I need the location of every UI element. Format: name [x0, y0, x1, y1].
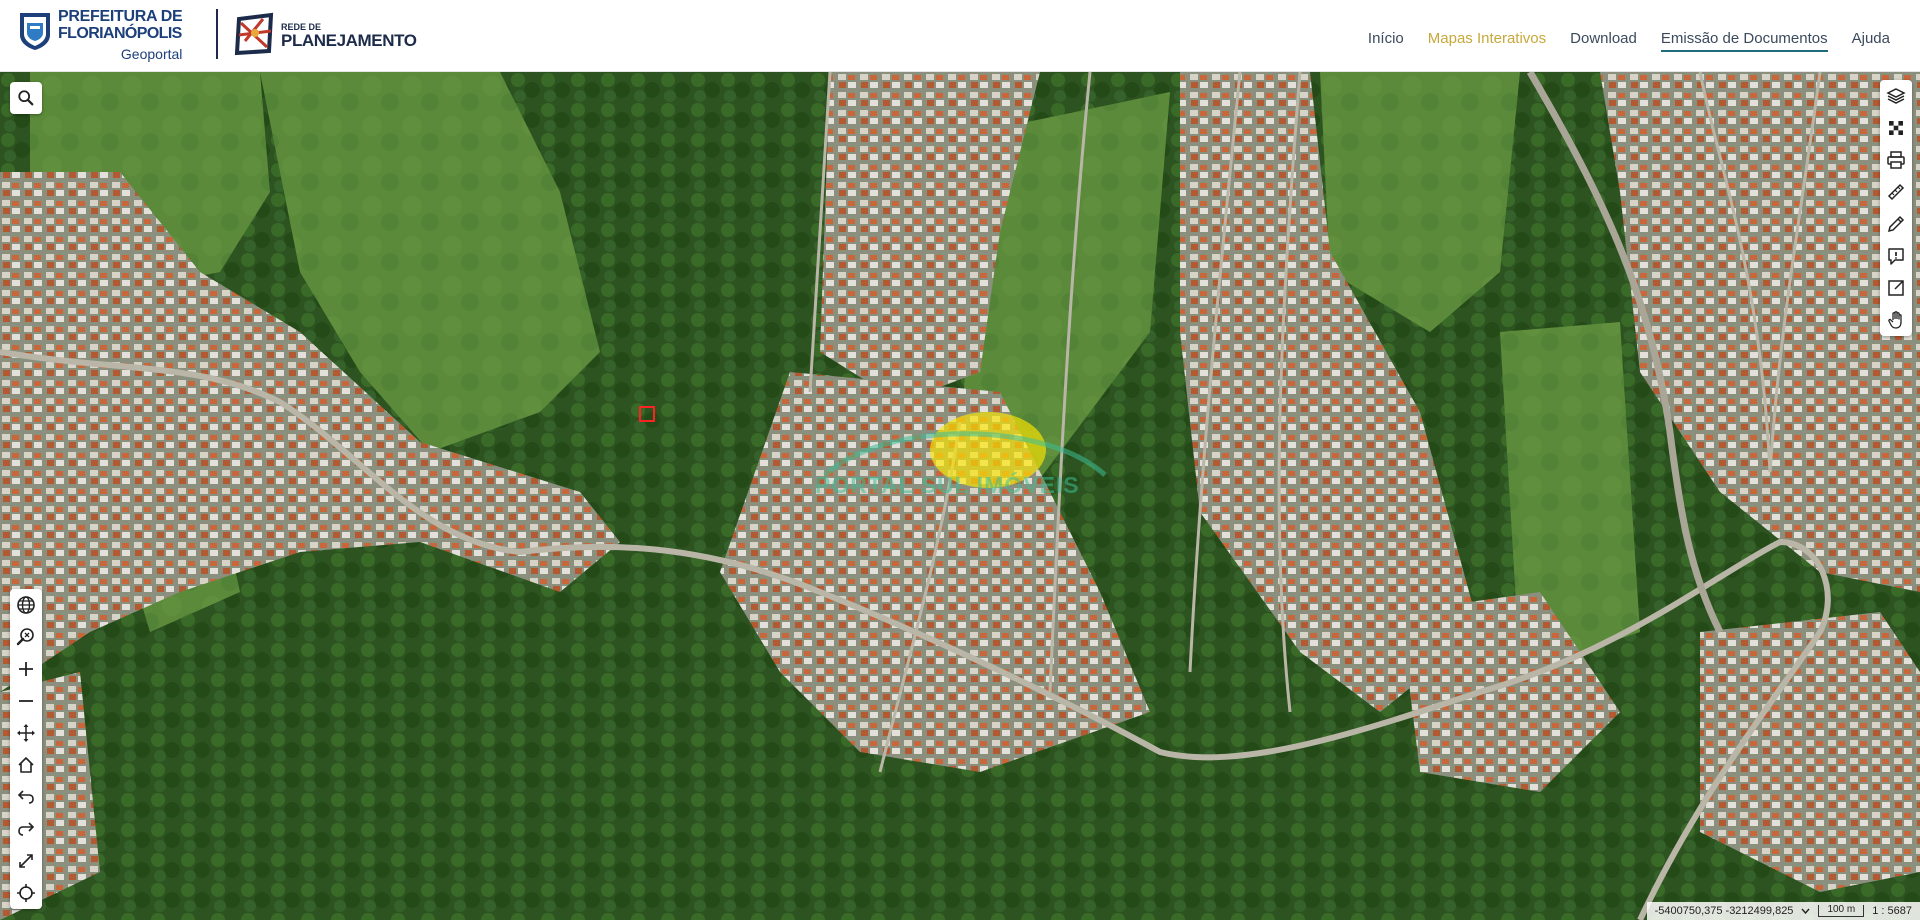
nav-download[interactable]: Download [1570, 30, 1637, 52]
geoportal-label: Geoportal [120, 46, 183, 62]
rede-planejamento-logo[interactable]: REDE DE PLANEJAMENTO [233, 8, 417, 60]
globe-icon [17, 596, 35, 614]
measure-button[interactable] [1880, 176, 1912, 208]
rede-line2: PLANEJAMENTO [281, 31, 417, 50]
nav-ajuda[interactable]: Ajuda [1852, 30, 1890, 52]
print-icon [1887, 151, 1905, 169]
draw-button[interactable] [1880, 208, 1912, 240]
prefeitura-line2: FLORIANÓPOLIS [58, 25, 182, 42]
header: PREFEITURA DE FLORIANÓPOLIS Geoportal RE… [0, 0, 1920, 72]
search-button[interactable] [10, 82, 42, 114]
home-button[interactable] [10, 749, 42, 781]
chevron-down-icon[interactable] [1801, 908, 1810, 914]
satellite-imagery [0, 72, 1920, 920]
prefeitura-shield-icon [20, 13, 50, 50]
zoom-area-button[interactable] [10, 621, 42, 653]
prefeitura-line1: PREFEITURA DE [58, 8, 183, 25]
hand-button[interactable] [1880, 304, 1912, 336]
zoom-out-icon [19, 700, 33, 702]
logo-divider [216, 9, 218, 59]
zoom-out-button[interactable] [10, 685, 42, 717]
reset-icon [17, 884, 35, 902]
main-nav: Início Mapas Interativos Download Emissã… [1368, 30, 1890, 52]
nav-emissao-documentos[interactable]: Emissão de Documentos [1660, 30, 1828, 52]
info-button[interactable] [1880, 240, 1912, 272]
export-icon [1888, 280, 1904, 296]
rede-planejamento-icon [234, 12, 274, 56]
export-button[interactable] [1880, 272, 1912, 304]
zoom-area-icon [16, 628, 34, 646]
globe-button[interactable] [10, 589, 42, 621]
redo-button[interactable] [10, 813, 42, 845]
redo-icon [18, 822, 35, 836]
zoom-in-button[interactable] [10, 653, 42, 685]
fullscreen-icon [19, 854, 33, 868]
print-button[interactable] [1880, 144, 1912, 176]
search-icon [18, 90, 34, 106]
scale-line: 100 m [1818, 905, 1865, 917]
reset-view-button[interactable] [10, 877, 42, 909]
basemap-button[interactable] [1880, 112, 1912, 144]
zoom-in-icon [19, 662, 33, 676]
basemap-icon [1889, 121, 1903, 135]
prefeitura-logo[interactable]: PREFEITURA DE FLORIANÓPOLIS Geoportal [18, 9, 186, 63]
map-statusbar: -5400750,375 -3212499,825 100 m 1 : 5687 [1646, 902, 1920, 920]
layers-icon [1886, 88, 1906, 104]
home-icon [18, 757, 34, 773]
pan-icon [17, 724, 35, 742]
hand-icon [1888, 311, 1902, 329]
scale-ratio: 1 : 5687 [1872, 905, 1912, 917]
draw-icon [1887, 215, 1905, 233]
pan-button[interactable] [10, 717, 42, 749]
fullscreen-button[interactable] [10, 845, 42, 877]
nav-inicio[interactable]: Início [1368, 30, 1404, 52]
layers-button[interactable] [1880, 80, 1912, 112]
undo-button[interactable] [10, 781, 42, 813]
right-toolbar [1880, 80, 1912, 336]
coordinate-readout: -5400750,375 -3212499,825 [1654, 905, 1794, 917]
undo-icon [17, 790, 34, 804]
measure-icon [1887, 183, 1905, 201]
map-canvas[interactable]: PORTAL SUL IMÓVEIS -5400750,375 -3212499… [0, 72, 1920, 920]
info-icon [1888, 248, 1904, 265]
left-toolbar [10, 589, 42, 909]
nav-mapas-interativos[interactable]: Mapas Interativos [1428, 30, 1546, 52]
